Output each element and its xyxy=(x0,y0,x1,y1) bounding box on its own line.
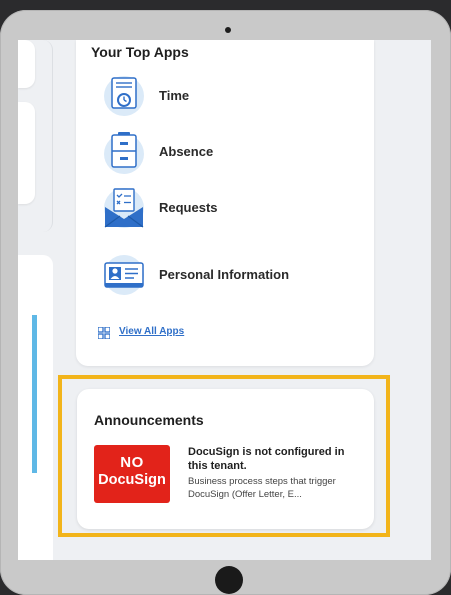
camera-dot xyxy=(225,27,231,33)
grid-apps-icon xyxy=(98,327,110,339)
absence-cabinet-icon xyxy=(104,132,144,174)
app-label-absence: Absence xyxy=(159,144,214,159)
highlight-box xyxy=(58,375,390,537)
app-item-time[interactable]: Time xyxy=(101,73,361,119)
top-apps-title: Your Top Apps xyxy=(91,44,189,60)
app-item-requests[interactable]: Requests xyxy=(101,185,361,231)
requests-envelope-icon xyxy=(104,188,144,228)
personal-info-card-icon xyxy=(104,255,144,295)
app-label-personal-information: Personal Information xyxy=(159,267,290,282)
app-item-absence[interactable]: Absence xyxy=(101,129,361,175)
app-label-time: Time xyxy=(159,88,190,103)
view-all-apps-link[interactable]: View All Apps xyxy=(119,326,184,337)
app-item-personal-information[interactable]: Personal Information xyxy=(101,252,361,298)
screen: Your Top Apps Time Absence Requests Pers… xyxy=(18,40,431,560)
left-column-edge xyxy=(18,40,53,232)
left-accent-bar xyxy=(32,315,37,473)
top-apps-card: Your Top Apps Time Absence Requests Pers… xyxy=(76,40,374,366)
time-clock-icon xyxy=(104,76,144,116)
tablet-frame: Your Top Apps Time Absence Requests Pers… xyxy=(0,10,451,595)
home-button[interactable] xyxy=(215,566,243,594)
app-label-requests: Requests xyxy=(159,200,218,215)
